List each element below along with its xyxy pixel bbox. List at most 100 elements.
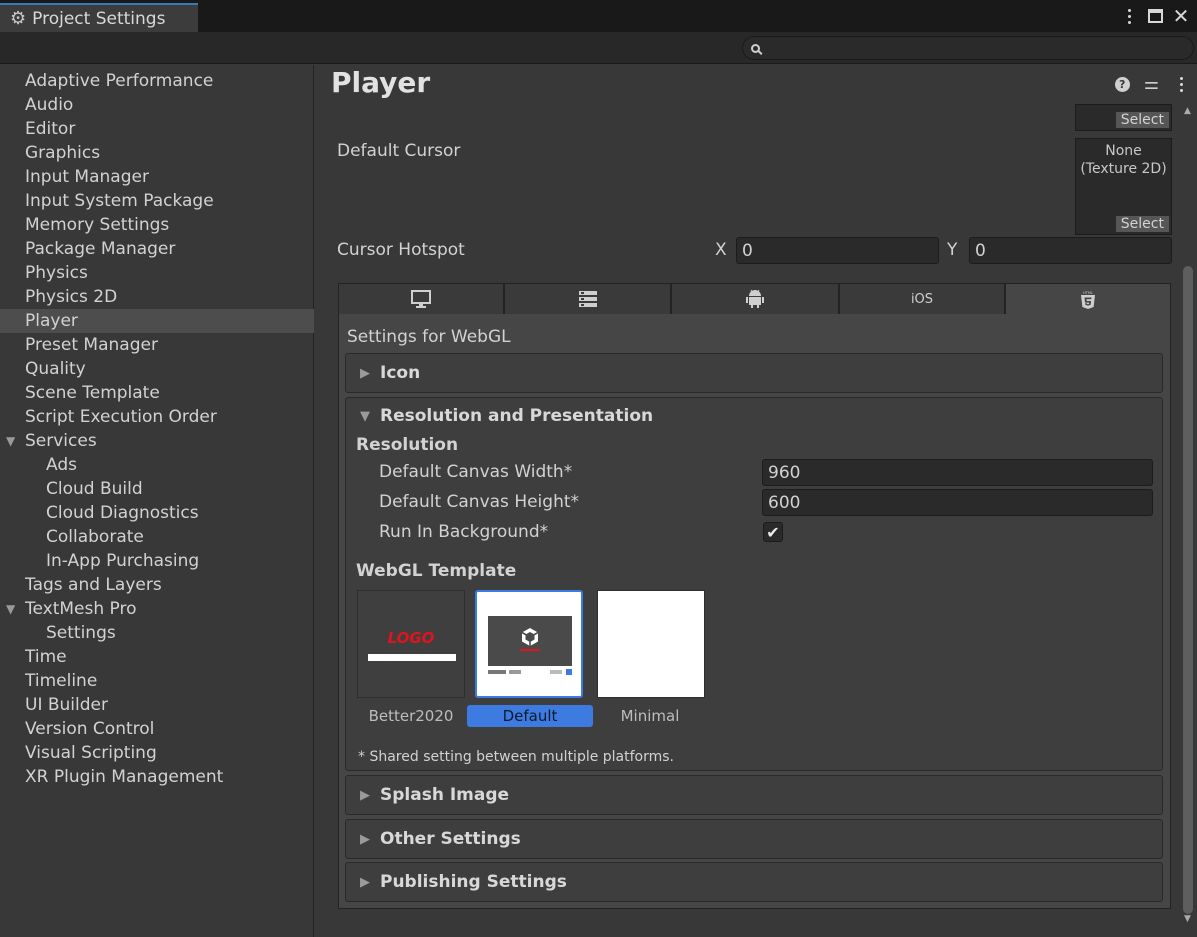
foldout-expanded-icon[interactable]: ▼: [6, 429, 15, 453]
template-minimal-thumb[interactable]: [597, 590, 705, 698]
sidebar-item-label: Editor: [25, 119, 76, 139]
scrollbar-thumb[interactable]: [1183, 266, 1193, 914]
hotspot-x-label: X: [715, 240, 727, 260]
sidebar-item-textmesh-pro[interactable]: ▼ TextMesh Pro: [0, 597, 314, 621]
foldout-header-splash[interactable]: ▶ Splash Image: [360, 783, 509, 807]
sidebar-item-visual-scripting[interactable]: Visual Scripting: [0, 741, 314, 765]
sidebar-item-physics-2d[interactable]: Physics 2D: [0, 285, 314, 309]
sidebar-item-textmesh-settings[interactable]: Settings: [0, 621, 314, 645]
foldout-other-section: ▶ Other Settings: [345, 819, 1163, 859]
sidebar-item-label: Preset Manager: [25, 335, 158, 355]
sidebar-item-label: Cloud Build: [46, 479, 143, 499]
foldout-header-publishing[interactable]: ▶ Publishing Settings: [360, 870, 567, 894]
sidebar-item-editor[interactable]: Editor: [0, 117, 314, 141]
sidebar-item-preset-manager[interactable]: Preset Manager: [0, 333, 314, 357]
sidebar-item-tags-and-layers[interactable]: Tags and Layers: [0, 573, 314, 597]
more-options-icon[interactable]: [1173, 76, 1189, 92]
sidebar-item-time[interactable]: Time: [0, 645, 314, 669]
sidebar-item-ads[interactable]: Ads: [0, 453, 314, 477]
sidebar-item-scene-template[interactable]: Scene Template: [0, 381, 314, 405]
sidebar-item-audio[interactable]: Audio: [0, 93, 314, 117]
sidebar-item-label: Ads: [46, 455, 77, 475]
maximize-icon[interactable]: [1147, 8, 1163, 24]
section-title: Resolution and Presentation: [380, 406, 654, 426]
sidebar-item-label: Time: [25, 647, 67, 667]
sidebar-item-services[interactable]: ▼ Services: [0, 429, 314, 453]
canvas-height-label: Default Canvas Height*: [379, 492, 580, 512]
sidebar-item-label: XR Plugin Management: [25, 767, 224, 787]
resolution-heading: Resolution: [356, 435, 459, 455]
foldout-splash-section: ▶ Splash Image: [345, 775, 1163, 815]
sidebar-item-package-manager[interactable]: Package Manager: [0, 237, 314, 261]
foldout-collapsed-icon: ▶: [360, 365, 370, 381]
sidebar-item-adaptive-performance[interactable]: Adaptive Performance: [0, 69, 314, 93]
foldout-header-other[interactable]: ▶ Other Settings: [360, 827, 521, 851]
sidebar-item-physics[interactable]: Physics: [0, 261, 314, 285]
sidebar-item-graphics[interactable]: Graphics: [0, 141, 314, 165]
foldout-expanded-icon: ▼: [360, 408, 370, 424]
cursor-hotspot-label: Cursor Hotspot: [337, 240, 465, 260]
sidebar-item-label: Settings: [46, 623, 116, 643]
select-button[interactable]: Select: [1115, 216, 1169, 232]
section-title: Publishing Settings: [380, 872, 567, 892]
sidebar-item-cloud-diagnostics[interactable]: Cloud Diagnostics: [0, 501, 314, 525]
gear-icon: ⚙: [10, 8, 27, 29]
run-in-background-label: Run In Background*: [379, 522, 549, 542]
sidebar-item-label: Timeline: [25, 671, 98, 691]
tab-android[interactable]: [671, 283, 839, 315]
android-icon: [746, 289, 764, 308]
search-field[interactable]: [742, 36, 1194, 60]
close-icon[interactable]: ✕: [1173, 4, 1190, 28]
sidebar-item-xr-plugin-management[interactable]: XR Plugin Management: [0, 765, 314, 789]
template-label-default[interactable]: Default: [467, 705, 593, 727]
sidebar-item-memory-settings[interactable]: Memory Settings: [0, 213, 314, 237]
hotspot-x-input[interactable]: [736, 237, 939, 264]
texture-object-field[interactable]: Select: [1075, 104, 1172, 131]
server-icon: [578, 291, 597, 307]
sidebar-item-timeline[interactable]: Timeline: [0, 669, 314, 693]
sidebar-item-cloud-build[interactable]: Cloud Build: [0, 477, 314, 501]
sidebar-item-quality[interactable]: Quality: [0, 357, 314, 381]
webgl-template-heading: WebGL Template: [356, 561, 517, 581]
run-in-background-checkbox[interactable]: ✔: [763, 522, 783, 542]
scroll-up-icon[interactable]: ▲: [1184, 106, 1191, 116]
sidebar-item-input-manager[interactable]: Input Manager: [0, 165, 314, 189]
preset-sliders-icon[interactable]: ⚌: [1144, 74, 1159, 94]
template-default-thumb[interactable]: [475, 590, 583, 698]
tab-ios[interactable]: iOS: [839, 283, 1005, 315]
template-label-minimal[interactable]: Minimal: [587, 705, 713, 727]
select-button[interactable]: Select: [1115, 112, 1169, 128]
tab-standalone[interactable]: [338, 283, 504, 315]
foldout-header-resolution[interactable]: ▼ Resolution and Presentation: [360, 404, 653, 428]
more-options-icon[interactable]: [1121, 8, 1137, 24]
canvas-height-input[interactable]: [762, 489, 1153, 516]
sidebar-item-in-app-purchasing[interactable]: In-App Purchasing: [0, 549, 314, 573]
search-input[interactable]: [766, 40, 1186, 56]
foldout-collapsed-icon: ▶: [360, 787, 370, 803]
sidebar-item-label: TextMesh Pro: [25, 599, 137, 619]
help-icon[interactable]: ?: [1114, 76, 1130, 92]
default-cursor-field[interactable]: None (Texture 2D) Select: [1075, 138, 1172, 235]
sidebar-item-version-control[interactable]: Version Control: [0, 717, 314, 741]
sidebar-item-input-system-package[interactable]: Input System Package: [0, 189, 314, 213]
sidebar-item-label: Input Manager: [25, 167, 149, 187]
tab-dedicated-server[interactable]: [504, 283, 671, 315]
sidebar-item-script-execution-order[interactable]: Script Execution Order: [0, 405, 314, 429]
sidebar-item-label: In-App Purchasing: [46, 551, 200, 571]
canvas-width-input[interactable]: [762, 459, 1153, 486]
template-better2020-thumb[interactable]: LOGO: [357, 590, 465, 698]
sidebar-item-player[interactable]: Player: [0, 309, 314, 333]
scroll-down-icon[interactable]: ▼: [1184, 914, 1191, 924]
template-label-better2020[interactable]: Better2020: [348, 705, 474, 727]
sidebar-item-label: Scene Template: [25, 383, 160, 403]
sidebar-item-collaborate[interactable]: Collaborate: [0, 525, 314, 549]
sidebar-item-label: Physics 2D: [25, 287, 118, 307]
tab-ios-label: iOS: [910, 291, 934, 307]
window-tab-project-settings[interactable]: ⚙ Project Settings: [0, 3, 198, 32]
foldout-header-icon[interactable]: ▶ Icon: [360, 361, 420, 385]
sidebar-item-ui-builder[interactable]: UI Builder: [0, 693, 314, 717]
hotspot-y-input[interactable]: [969, 237, 1172, 264]
sidebar-item-label: Script Execution Order: [25, 407, 217, 427]
foldout-expanded-icon[interactable]: ▼: [6, 597, 15, 621]
tab-webgl[interactable]: HTML: [1005, 283, 1171, 315]
